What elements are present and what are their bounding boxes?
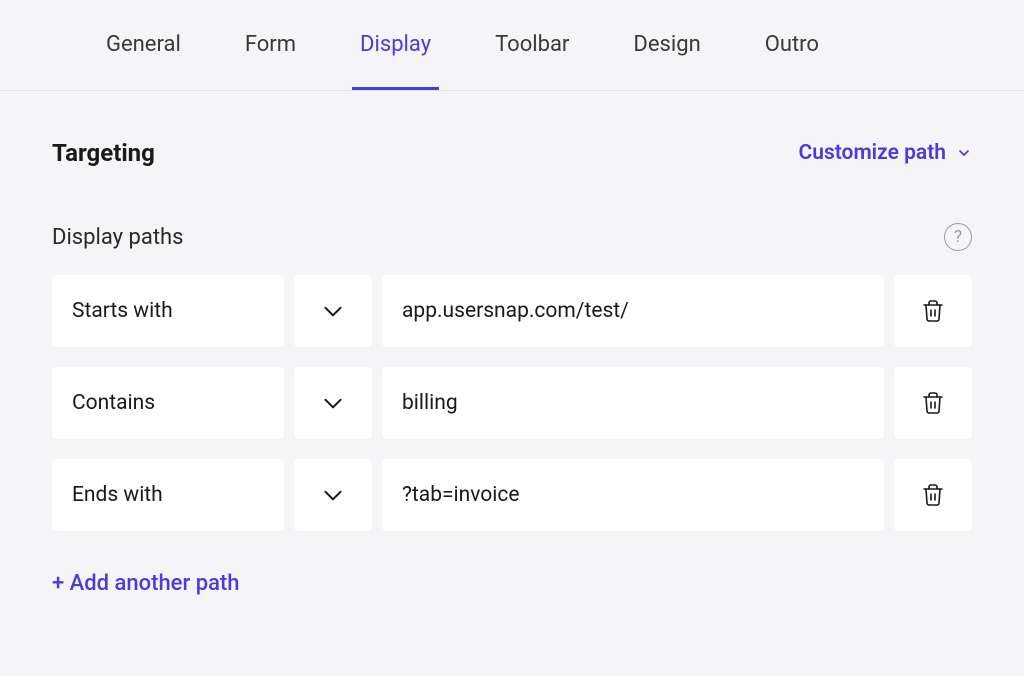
subsection-header: Display paths ? — [52, 223, 972, 251]
path-value-text: billing — [402, 391, 458, 415]
chevron-down-icon — [320, 482, 346, 508]
path-row: Starts with app.usersnap.com/test/ — [52, 275, 972, 347]
tab-form[interactable]: Form — [237, 0, 304, 90]
path-row: Contains billing — [52, 367, 972, 439]
path-rows: Starts with app.usersnap.com/test/ — [52, 275, 972, 531]
customize-path-label: Customize path — [799, 141, 946, 165]
condition-select[interactable]: Ends with — [52, 459, 284, 531]
condition-dropdown-button[interactable] — [294, 275, 372, 347]
path-value-input[interactable]: ?tab=invoice — [382, 459, 884, 531]
delete-path-button[interactable] — [894, 275, 972, 347]
trash-icon — [921, 299, 945, 323]
subsection-title: Display paths — [52, 225, 184, 250]
trash-icon — [921, 483, 945, 507]
condition-dropdown-button[interactable] — [294, 459, 372, 531]
path-value-text: app.usersnap.com/test/ — [402, 299, 629, 323]
content-area: Targeting Customize path Display paths ?… — [0, 91, 1024, 644]
path-value-input[interactable]: billing — [382, 367, 884, 439]
section-title: Targeting — [52, 139, 155, 167]
help-icon[interactable]: ? — [944, 223, 972, 251]
condition-label: Starts with — [72, 299, 173, 323]
condition-dropdown-button[interactable] — [294, 367, 372, 439]
condition-select[interactable]: Contains — [52, 367, 284, 439]
tabs: General Form Display Toolbar Design Outr… — [50, 0, 974, 90]
chevron-down-icon — [956, 145, 972, 161]
condition-select[interactable]: Starts with — [52, 275, 284, 347]
condition-label: Ends with — [72, 483, 163, 507]
path-value-input[interactable]: app.usersnap.com/test/ — [382, 275, 884, 347]
add-another-path-button[interactable]: + Add another path — [52, 571, 239, 596]
condition-label: Contains — [72, 391, 155, 415]
customize-path-link[interactable]: Customize path — [799, 141, 972, 165]
tab-general[interactable]: General — [98, 0, 189, 90]
delete-path-button[interactable] — [894, 367, 972, 439]
path-value-text: ?tab=invoice — [402, 483, 519, 507]
section-header: Targeting Customize path — [52, 139, 972, 167]
tab-toolbar[interactable]: Toolbar — [487, 0, 577, 90]
delete-path-button[interactable] — [894, 459, 972, 531]
tab-display[interactable]: Display — [352, 0, 439, 90]
trash-icon — [921, 391, 945, 415]
tabs-container: General Form Display Toolbar Design Outr… — [0, 0, 1024, 91]
chevron-down-icon — [320, 298, 346, 324]
path-row: Ends with ?tab=invoice — [52, 459, 972, 531]
tab-outro[interactable]: Outro — [757, 0, 827, 90]
chevron-down-icon — [320, 390, 346, 416]
tab-design[interactable]: Design — [625, 0, 708, 90]
